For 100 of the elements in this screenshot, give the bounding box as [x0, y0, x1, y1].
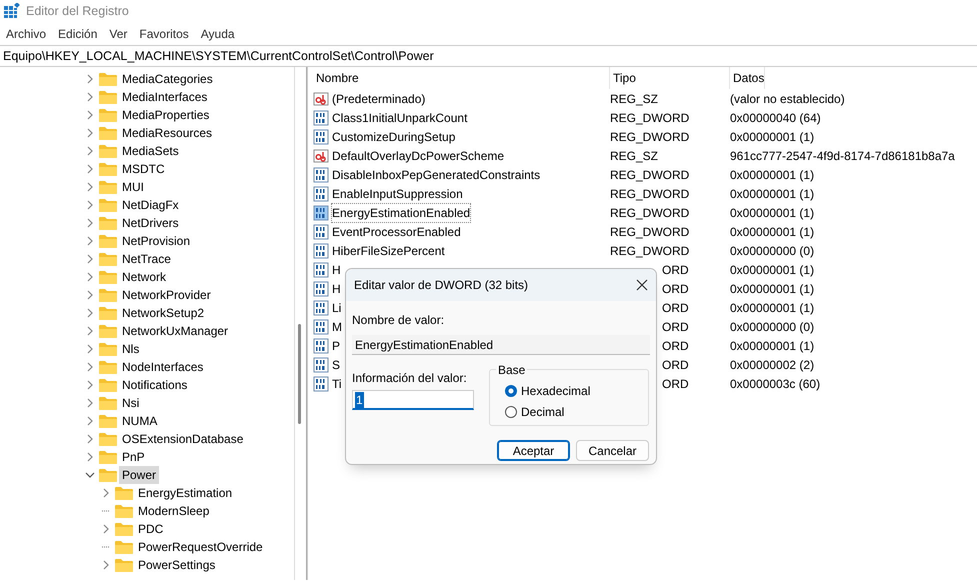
tree-item[interactable]: NetworkProvider — [119, 286, 214, 304]
tree-item[interactable]: Network — [119, 268, 170, 286]
table-cell[interactable]: DisableInboxPepGeneratedConstraints — [332, 166, 540, 184]
scrollbar-thumb[interactable] — [298, 324, 301, 424]
expand-chevron-icon[interactable] — [85, 128, 95, 138]
table-cell[interactable]: Li — [332, 298, 342, 316]
table-cell: 0x00000040 (64) — [730, 110, 821, 124]
table-cell-text: REG_SZ — [610, 90, 658, 108]
expand-chevron-icon[interactable] — [85, 182, 95, 192]
table-cell[interactable]: CustomizeDuringSetup — [332, 128, 456, 146]
expand-chevron-icon[interactable] — [85, 290, 95, 300]
table-cell[interactable]: EventProcessorEnabled — [332, 222, 461, 240]
table-cell[interactable]: S — [332, 356, 340, 374]
expand-chevron-icon[interactable] — [85, 326, 95, 336]
expand-chevron-icon[interactable] — [85, 308, 95, 318]
table-cell[interactable]: P — [332, 336, 340, 354]
expand-chevron-icon[interactable] — [85, 254, 95, 264]
expand-chevron-icon[interactable] — [85, 146, 95, 156]
tree-item[interactable]: NUMA — [119, 412, 160, 430]
value-data-field[interactable]: 1 — [352, 390, 474, 410]
menu-item[interactable]: Ver — [103, 24, 134, 42]
table-cell-text: ORD — [662, 280, 689, 298]
address-bar[interactable]: Equipo\HKEY_LOCAL_MACHINE\SYSTEM\CurrentControlSet\Control\Power — [3, 46, 434, 66]
folder-icon — [99, 90, 117, 104]
binary-value-icon — [313, 110, 329, 126]
tree-item[interactable]: NetProvision — [119, 232, 194, 250]
expand-chevron-icon[interactable] — [85, 74, 95, 84]
expand-chevron-icon[interactable] — [85, 164, 95, 174]
column-header[interactable]: Datos — [730, 67, 766, 89]
tree-item[interactable]: NetworkSetup2 — [119, 304, 208, 322]
tree-item[interactable]: EnergyEstimation — [135, 484, 236, 502]
column-header[interactable]: Tipo — [610, 67, 730, 89]
tree-item[interactable]: Nsi — [119, 394, 142, 412]
tree-item[interactable]: Nls — [119, 340, 142, 358]
tree-item[interactable]: NodeInterfaces — [119, 358, 206, 376]
tree-item[interactable]: Power — [119, 466, 160, 484]
expand-chevron-icon[interactable] — [101, 524, 111, 534]
table-cell[interactable]: Class1InitialUnparkCount — [332, 108, 468, 126]
expand-chevron-icon[interactable] — [85, 398, 95, 408]
expand-chevron-icon[interactable] — [101, 488, 111, 498]
window-title: Editor del Registro — [26, 2, 129, 20]
collapse-chevron-icon[interactable] — [85, 470, 95, 480]
tree-item[interactable]: MediaSets — [119, 142, 182, 160]
tree-item[interactable]: OSExtensionDatabase — [119, 430, 246, 448]
expand-chevron-icon[interactable] — [85, 236, 95, 246]
table-cell[interactable]: H — [332, 260, 341, 278]
radio-option[interactable]: Hexadecimal — [504, 380, 590, 401]
tree-item[interactable]: NetDrivers — [119, 214, 182, 232]
expand-chevron-icon[interactable] — [85, 380, 95, 390]
column-header[interactable]: Nombre — [313, 67, 610, 89]
close-icon[interactable] — [636, 279, 648, 291]
expand-chevron-icon[interactable] — [85, 110, 95, 120]
tree-item[interactable]: MediaInterfaces — [119, 88, 210, 106]
menu-item[interactable]: Edición — [52, 24, 104, 42]
table-cell[interactable]: EnergyEstimationEnabled — [332, 204, 470, 222]
expand-chevron-icon[interactable] — [85, 92, 95, 102]
expand-chevron-icon[interactable] — [85, 272, 95, 282]
table-cell[interactable]: (Predeterminado) — [332, 90, 426, 108]
menu-item[interactable]: Favoritos — [133, 24, 195, 42]
expand-chevron-icon[interactable] — [85, 452, 95, 462]
table-cell: 0x00000001 (1) — [730, 300, 814, 314]
radio-option[interactable]: Decimal — [504, 401, 564, 422]
expand-chevron-icon[interactable] — [85, 434, 95, 444]
binary-value-icon — [313, 318, 329, 334]
table-cell-text: ORD — [662, 356, 689, 374]
tree-item[interactable]: Notifications — [119, 376, 190, 394]
expand-chevron-icon[interactable] — [85, 200, 95, 210]
folder-icon — [99, 414, 117, 428]
menu-item[interactable]: Ayuda — [194, 24, 241, 42]
tree-item[interactable]: MediaCategories — [119, 70, 216, 88]
table-cell-text: REG_SZ — [610, 148, 658, 164]
tree-item[interactable]: ModernSleep — [135, 502, 212, 520]
folder-icon — [99, 342, 117, 356]
table-cell[interactable]: HiberFileSizePercent — [332, 242, 445, 260]
tree-item[interactable]: NetDiagFx — [119, 196, 182, 214]
tree-item[interactable]: PowerSettings — [135, 556, 218, 574]
tree-item[interactable]: MediaProperties — [119, 106, 212, 124]
ok-button[interactable]: Aceptar — [497, 440, 570, 461]
folder-icon — [99, 72, 117, 86]
tree-item[interactable]: PDC — [135, 520, 166, 538]
table-cell[interactable]: EnableInputSuppression — [332, 184, 463, 202]
tree-item[interactable]: MSDTC — [119, 160, 168, 178]
binary-value-icon — [313, 338, 329, 354]
table-cell[interactable]: H — [332, 280, 341, 298]
table-cell[interactable]: M — [332, 318, 342, 336]
expand-chevron-icon[interactable] — [85, 344, 95, 354]
cancel-button[interactable]: Cancelar — [576, 440, 649, 461]
tree-item[interactable]: MUI — [119, 178, 147, 196]
table-cell[interactable]: DefaultOverlayDcPowerScheme — [332, 146, 504, 164]
expand-chevron-icon[interactable] — [101, 560, 111, 570]
expand-chevron-icon[interactable] — [85, 362, 95, 372]
tree-item[interactable]: NetworkUxManager — [119, 322, 232, 340]
expand-chevron-icon[interactable] — [85, 416, 95, 426]
menu-item[interactable]: Archivo — [0, 24, 52, 42]
tree-item[interactable]: NetTrace — [119, 250, 174, 268]
tree-item[interactable]: PowerRequestOverride — [135, 538, 266, 556]
table-cell[interactable]: Ti — [332, 374, 342, 392]
tree-item[interactable]: PnP — [119, 448, 148, 466]
expand-chevron-icon[interactable] — [85, 218, 95, 228]
tree-item[interactable]: MediaResources — [119, 124, 216, 142]
